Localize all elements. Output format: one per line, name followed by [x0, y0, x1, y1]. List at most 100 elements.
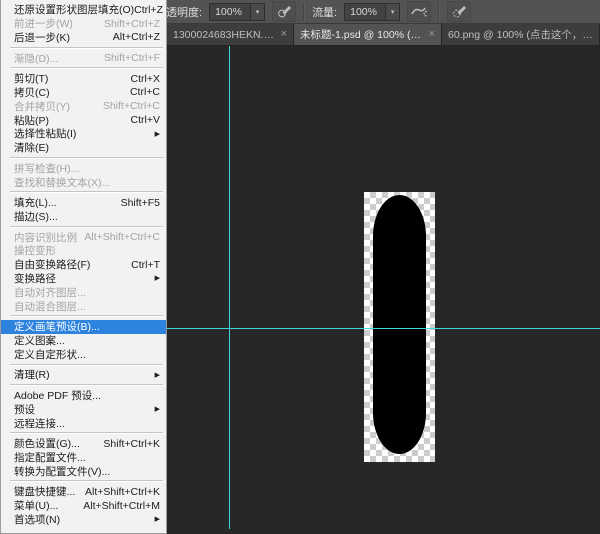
menu-item[interactable]: 指定配置文件... — [1, 450, 166, 464]
menu-item-label: 定义图案... — [14, 333, 65, 348]
menu-item-label: 键盘快捷键... — [14, 484, 75, 499]
menu-item-shortcut: Ctrl+Z — [134, 4, 163, 16]
menu-item[interactable]: 查找和替换文本(X)... — [1, 175, 166, 189]
menu-item[interactable]: 键盘快捷键... Alt+Shift+Ctrl+K — [1, 485, 166, 499]
edit-menu-items: 还原设置形状图层填充(O) Ctrl+Z 前进一步(W) Shift+Ctrl+… — [1, 3, 166, 526]
toolbar-divider — [303, 3, 305, 21]
submenu-arrow-icon: ▶ — [155, 130, 160, 138]
submenu-arrow-icon: ▶ — [155, 371, 160, 379]
guide-vertical[interactable] — [229, 46, 230, 529]
menu-item[interactable]: 选择性粘贴(I) ▶ — [1, 127, 166, 141]
menu-item[interactable]: 自动混合图层... — [1, 299, 166, 313]
chevron-down-icon[interactable]: ▾ — [250, 4, 264, 20]
menu-item[interactable]: 内容识别比例 Alt+Shift+Ctrl+C — [1, 230, 166, 244]
menu-item[interactable]: 合并拷贝(Y) Shift+Ctrl+C — [1, 99, 166, 113]
shape-pill — [373, 195, 426, 454]
airbrush-icon[interactable] — [407, 1, 431, 22]
menu-item[interactable]: 拼写检查(H)... — [1, 161, 166, 175]
document-canvas[interactable] — [364, 192, 435, 462]
opacity-input[interactable]: 100% ▾ — [209, 3, 265, 21]
menu-item-label: 后退一步(K) — [14, 30, 70, 45]
menu-item-label: 查找和替换文本(X)... — [14, 175, 110, 190]
tablet-pressure-opacity-icon[interactable] — [272, 1, 296, 22]
menu-item[interactable]: 自动对齐图层... — [1, 285, 166, 299]
menu-item[interactable]: 远程连接... — [1, 416, 166, 430]
submenu-arrow-icon: ▶ — [155, 405, 160, 413]
menu-item[interactable]: 预设 ▶ — [1, 402, 166, 416]
document-tab[interactable]: 1300024683HEKN.psd @ 3... × — [167, 24, 294, 45]
menu-item-shortcut: Alt+Ctrl+Z — [113, 31, 160, 43]
menu-item[interactable]: 定义图案... — [1, 334, 166, 348]
edit-menu-dropdown: 还原设置形状图层填充(O) Ctrl+Z 前进一步(W) Shift+Ctrl+… — [0, 0, 167, 534]
menu-item-label: 变换路径 — [14, 271, 56, 286]
menu-item-label: 渐隐(D)... — [14, 51, 58, 66]
menu-item-label: 自动对齐图层... — [14, 285, 86, 300]
tablet-pressure-size-icon[interactable] — [447, 1, 471, 22]
close-icon[interactable]: × — [429, 29, 435, 40]
menu-item-label: 选择性粘贴(I) — [14, 126, 76, 141]
menu-item[interactable]: 后退一步(K) Alt+Ctrl+Z — [1, 31, 166, 45]
menu-item[interactable]: 转换为配置文件(V)... — [1, 464, 166, 478]
chevron-down-icon[interactable]: ▾ — [385, 4, 399, 20]
menu-item[interactable]: 清理(R) ▶ — [1, 368, 166, 382]
menu-item-label: 合并拷贝(Y) — [14, 99, 70, 114]
menu-item-label: 拼写检查(H)... — [14, 161, 79, 176]
menu-item-label: 填充(L)... — [14, 195, 57, 210]
menu-item-shortcut: Alt+Shift+Ctrl+C — [84, 231, 160, 243]
menu-item[interactable]: 颜色设置(G)... Shift+Ctrl+K — [1, 437, 166, 451]
photoshop-window: 不透明度: 100% ▾ 流量: 100% ▾ — [0, 0, 600, 529]
menu-item[interactable]: 前进一步(W) Shift+Ctrl+Z — [1, 17, 166, 31]
menu-item-label: 转换为配置文件(V)... — [14, 464, 110, 479]
menu-item[interactable]: 渐隐(D)... Shift+Ctrl+F — [1, 51, 166, 65]
menu-item[interactable]: 粘贴(P) Ctrl+V — [1, 113, 166, 127]
menu-item[interactable]: 填充(L)... Shift+F5 — [1, 196, 166, 210]
menu-item[interactable]: 菜单(U)... Alt+Shift+Ctrl+M — [1, 499, 166, 513]
toolbar-divider — [438, 3, 440, 21]
menu-item[interactable]: 拷贝(C) Ctrl+C — [1, 86, 166, 100]
flow-input[interactable]: 100% ▾ — [344, 3, 400, 21]
document-tabs: 1300024683HEKN.psd @ 3... × 未标题-1.psd @ … — [167, 24, 600, 45]
submenu-arrow-icon: ▶ — [155, 515, 160, 523]
brush-options-row: 不透明度: 100% ▾ 流量: 100% ▾ — [155, 0, 471, 23]
menu-item-label: 粘贴(P) — [14, 113, 49, 128]
menu-item-label: Adobe PDF 预设... — [14, 388, 101, 403]
submenu-arrow-icon: ▶ — [155, 274, 160, 282]
menu-item-shortcut: Ctrl+T — [131, 259, 160, 271]
menu-item[interactable]: 清除(E) — [1, 141, 166, 155]
menu-item-shortcut: Ctrl+V — [131, 114, 160, 126]
menu-item[interactable]: 定义自定形状... — [1, 347, 166, 361]
menu-item[interactable]: 操控变形 — [1, 244, 166, 258]
menu-item-label: 指定配置文件... — [14, 450, 86, 465]
flow-label: 流量: — [312, 4, 337, 20]
menu-item[interactable]: 定义画笔预设(B)... — [1, 320, 166, 334]
menu-item-shortcut: Alt+Shift+Ctrl+M — [83, 500, 160, 512]
document-tab[interactable]: 未标题-1.psd @ 100% (矩形 1, RGB/... × — [294, 24, 442, 45]
close-icon[interactable]: × — [281, 29, 287, 40]
menu-item-label: 菜单(U)... — [14, 498, 58, 513]
menu-item[interactable]: Adobe PDF 预设... — [1, 389, 166, 403]
menu-item-shortcut: Ctrl+X — [131, 73, 160, 85]
document-tab-label: 1300024683HEKN.psd @ 3... — [173, 29, 275, 41]
flow-value: 100% — [345, 6, 385, 18]
menu-item[interactable]: 还原设置形状图层填充(O) Ctrl+Z — [1, 3, 166, 17]
document-tab-label: 未标题-1.psd @ 100% (矩形 1, RGB/... — [300, 27, 423, 42]
menu-item[interactable]: 描边(S)... — [1, 210, 166, 224]
menu-item-label: 前进一步(W) — [14, 16, 73, 31]
menu-item[interactable]: 首选项(N) ▶ — [1, 512, 166, 526]
menu-item[interactable]: 剪切(T) Ctrl+X — [1, 72, 166, 86]
menu-item-label: 定义画笔预设(B)... — [14, 319, 100, 334]
menu-item-label: 剪切(T) — [14, 71, 48, 86]
menu-item[interactable]: 自由变换路径(F) Ctrl+T — [1, 258, 166, 272]
menu-item-label: 操控变形 — [14, 243, 56, 258]
menu-item-shortcut: Shift+Ctrl+C — [103, 100, 160, 112]
menu-item-label: 预设 — [14, 402, 35, 417]
menu-item-label: 内容识别比例 — [14, 230, 77, 245]
menu-item-label: 首选项(N) — [14, 512, 60, 527]
menu-item-shortcut: Alt+Shift+Ctrl+K — [85, 486, 160, 498]
menu-item-shortcut: Ctrl+C — [130, 86, 160, 98]
menu-item-label: 描边(S)... — [14, 209, 58, 224]
menu-item-label: 清除(E) — [14, 140, 49, 155]
document-tab[interactable]: 60.png @ 100% (点击这个，将 选区转 — [442, 24, 600, 45]
menu-item[interactable]: 变换路径 ▶ — [1, 272, 166, 286]
menu-item-label: 自由变换路径(F) — [14, 257, 90, 272]
